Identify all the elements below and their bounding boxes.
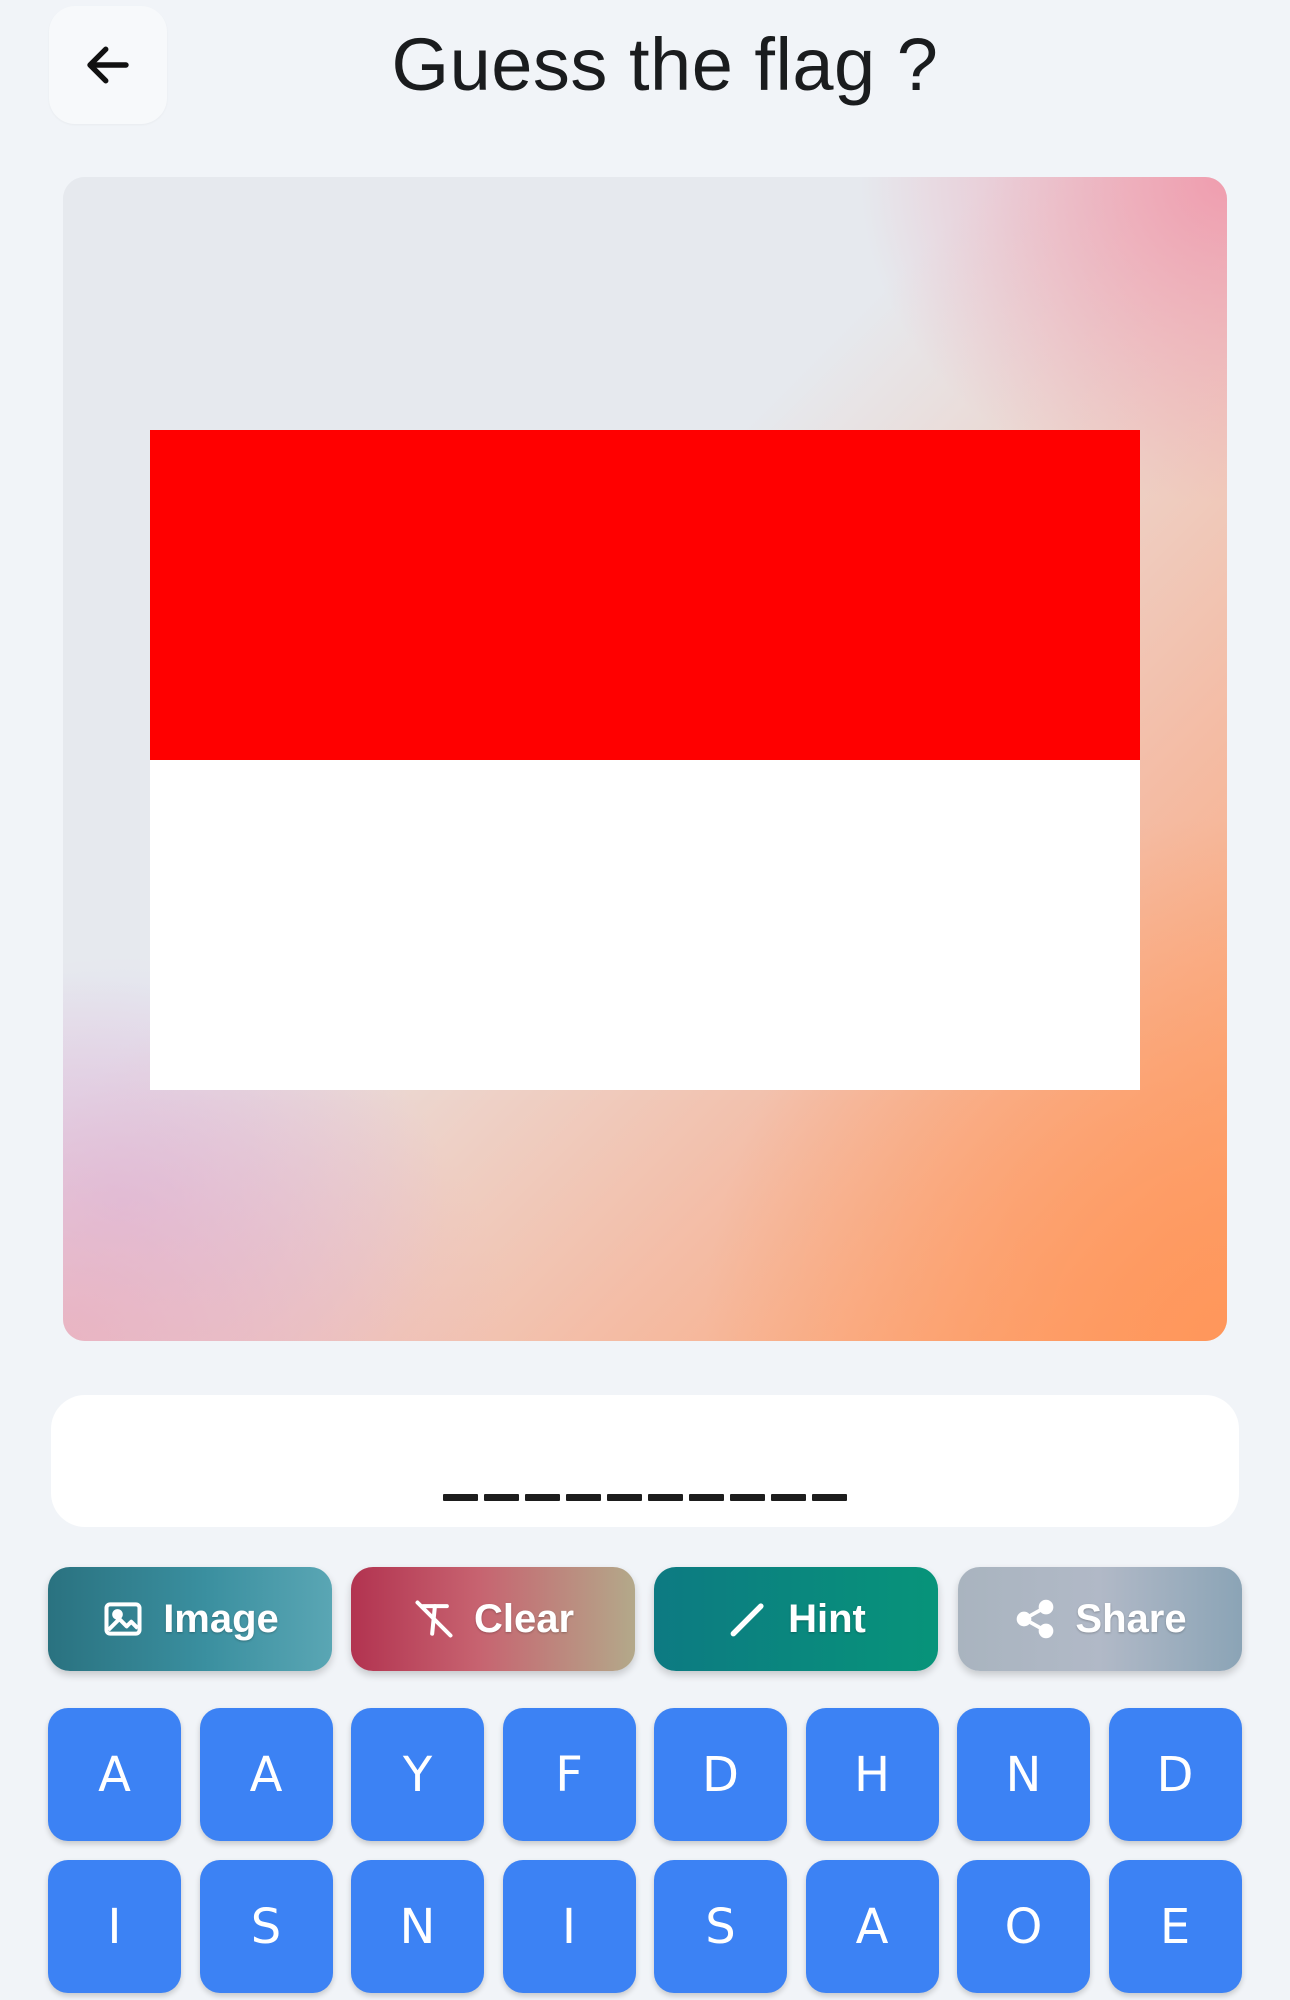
- answer-box[interactable]: [51, 1395, 1239, 1527]
- share-icon: [1017, 1599, 1054, 1639]
- answer-slot: [648, 1494, 683, 1501]
- answer-slot: [812, 1494, 847, 1501]
- hint-button[interactable]: Hint: [654, 1567, 938, 1671]
- answer-slot: [689, 1494, 724, 1501]
- image-button[interactable]: Image: [48, 1567, 332, 1671]
- letter-key[interactable]: H: [805, 1708, 939, 1841]
- answer-slot: [771, 1494, 806, 1501]
- letter-key[interactable]: N: [957, 1708, 1090, 1841]
- letter-key[interactable]: Y: [351, 1708, 484, 1841]
- image-icon: [104, 1602, 142, 1636]
- share-button-label: Share: [1075, 1596, 1187, 1641]
- answer-slot: [607, 1494, 642, 1501]
- answer-slot: [443, 1494, 478, 1501]
- back-button[interactable]: [49, 6, 167, 124]
- clear-format-icon: [415, 1600, 453, 1638]
- letter-key[interactable]: A: [199, 1708, 333, 1841]
- page-title: Guess the flag ?: [391, 23, 939, 106]
- letter-key[interactable]: N: [351, 1860, 484, 1993]
- letter-key[interactable]: F: [502, 1708, 636, 1841]
- clear-button[interactable]: Clear: [351, 1567, 635, 1671]
- clear-button-label: Clear: [473, 1596, 575, 1641]
- letter-key[interactable]: S: [199, 1860, 333, 1993]
- letter-key[interactable]: I: [502, 1860, 636, 1993]
- letter-key[interactable]: E: [1108, 1860, 1242, 1993]
- share-button[interactable]: Share: [958, 1567, 1242, 1671]
- flag-card: [63, 177, 1227, 1341]
- answer-slot: [566, 1494, 601, 1501]
- letter-key[interactable]: S: [654, 1860, 787, 1993]
- flag-image: [150, 430, 1140, 1090]
- letter-key[interactable]: A: [48, 1708, 181, 1841]
- answer-slot: [730, 1494, 765, 1501]
- flag-bottom-stripe: [150, 760, 1140, 1090]
- arrow-left-icon: [87, 46, 129, 84]
- flag-top-stripe: [150, 430, 1140, 760]
- action-row: Image Clear Hint Share: [48, 1567, 1242, 1671]
- letter-key[interactable]: D: [1108, 1708, 1242, 1841]
- answer-slot: [525, 1494, 560, 1501]
- pencil-icon: [730, 1603, 764, 1637]
- image-button-label: Image: [163, 1596, 279, 1641]
- letter-key[interactable]: I: [48, 1860, 181, 1993]
- letter-key[interactable]: A: [805, 1860, 939, 1993]
- answer-slot: [484, 1494, 519, 1501]
- header: Guess the flag ?: [0, 0, 1290, 130]
- hint-button-label: Hint: [788, 1596, 866, 1641]
- letter-key[interactable]: O: [957, 1860, 1090, 1993]
- answer-slots: [51, 1494, 1239, 1501]
- letter-key[interactable]: D: [654, 1708, 787, 1841]
